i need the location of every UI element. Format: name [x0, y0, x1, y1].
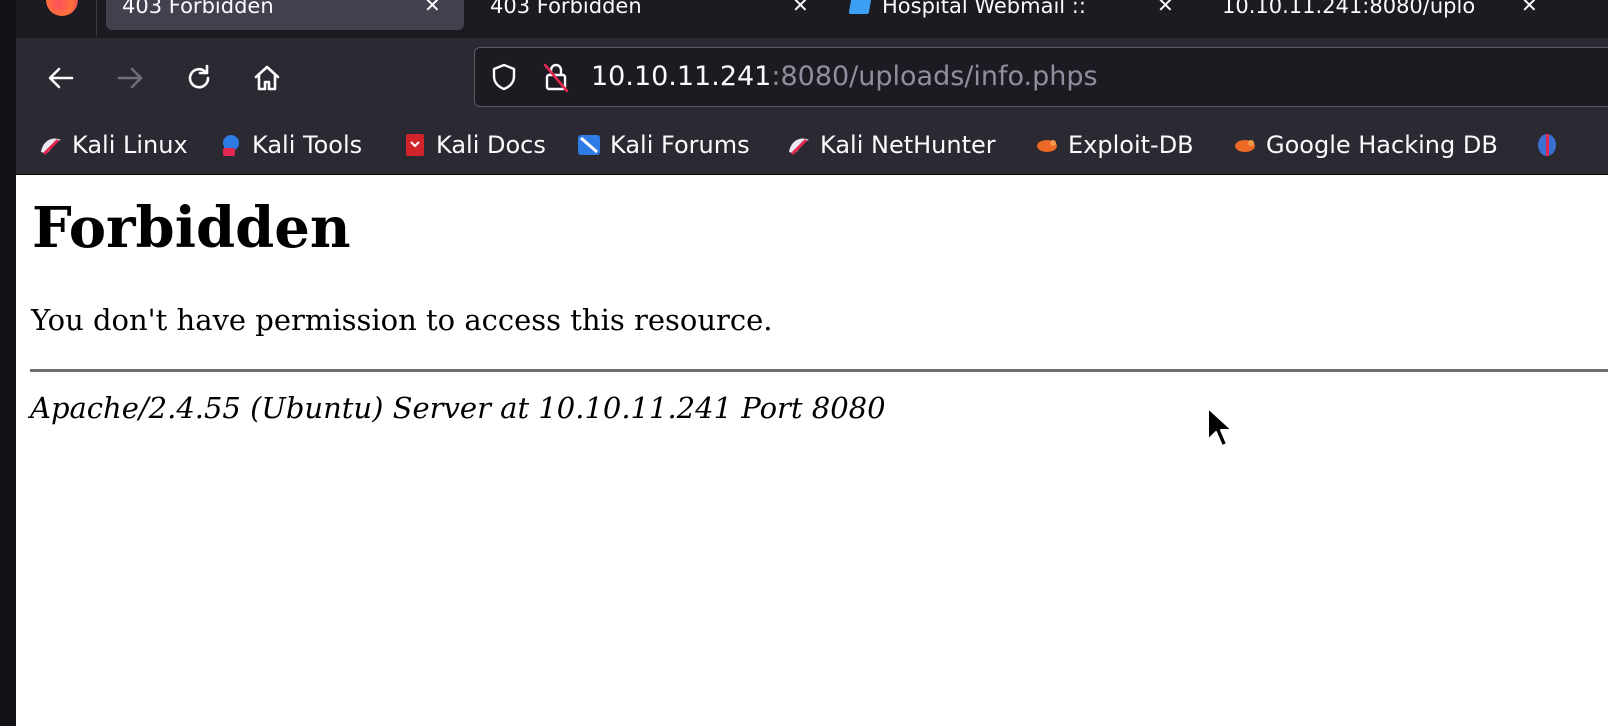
tab-403-forbidden[interactable]: 403 Forbidden ✕	[474, 0, 832, 30]
reload-icon	[188, 64, 210, 89]
exploit-db-icon	[1235, 140, 1255, 152]
back-button[interactable]	[41, 58, 81, 98]
url-path: :8080/uploads/info.phps	[771, 61, 1098, 92]
server-signature: Apache/2.4.55 (Ubuntu) Server at 10.10.1…	[30, 391, 886, 425]
bookmark-kali-docs[interactable]: Kali Docs	[402, 130, 546, 160]
exploit-db-icon	[1037, 140, 1057, 152]
close-icon[interactable]: ✕	[1521, 0, 1538, 17]
bookmark-label: Google Hacking DB	[1266, 131, 1498, 159]
forward-button[interactable]	[110, 58, 150, 98]
url-host: 10.10.11.241	[591, 61, 772, 92]
tab-title: Hospital Webmail ::	[882, 0, 1086, 18]
kali-dragon-icon	[41, 138, 61, 156]
bookmark-label: Kali NetHunter	[820, 131, 996, 159]
home-icon	[254, 65, 280, 91]
bookmark-overflow[interactable]	[1534, 130, 1568, 160]
bookmark-kali-nethunter[interactable]: Kali NetHunter	[786, 130, 996, 160]
tab-separator	[96, 0, 97, 36]
bookmark-label: Kali Tools	[252, 131, 363, 159]
bookmark-kali-forums[interactable]: Kali Forums	[576, 130, 750, 160]
mouse-cursor-icon	[1207, 407, 1233, 447]
bookmark-label: Exploit-DB	[1068, 131, 1194, 159]
navigation-toolbar: 10.10.11.241:8080/uploads/info.phps	[16, 38, 1608, 118]
close-icon[interactable]: ✕	[792, 0, 809, 17]
close-icon[interactable]: ✕	[424, 0, 441, 17]
page-heading: Forbidden	[32, 195, 351, 261]
globe-icon	[1538, 134, 1556, 156]
bookmarks-toolbar: Kali Linux Kali Tools Kali Docs Kali For…	[16, 118, 1608, 175]
bookmark-google-hacking-db[interactable]: Google Hacking DB	[1232, 130, 1498, 160]
page-content: Forbidden You don't have permission to a…	[16, 175, 1608, 726]
kali-forums-icon	[578, 135, 600, 155]
bookmark-label: Kali Forums	[610, 131, 750, 159]
window-edge	[0, 0, 16, 726]
bookmark-kali-tools[interactable]: Kali Tools	[218, 130, 362, 160]
arrow-right-icon	[117, 67, 143, 89]
tab-uploads[interactable]: 10.10.11.241:8080/uplo ✕	[1206, 0, 1606, 30]
kali-tools-icon	[223, 135, 239, 156]
url-text[interactable]: 10.10.11.241:8080/uploads/info.phps	[591, 61, 1098, 92]
reload-button[interactable]	[179, 58, 219, 98]
tab-title: 403 Forbidden	[122, 0, 274, 18]
tab-title: 10.10.11.241:8080/uplo	[1222, 0, 1476, 18]
tab-403-forbidden-active[interactable]: 403 Forbidden ✕	[106, 0, 464, 30]
tab-hospital-webmail[interactable]: Hospital Webmail :: ✕	[842, 0, 1182, 30]
error-message: You don't have permission to access this…	[31, 303, 773, 337]
kali-docs-icon	[406, 134, 424, 156]
tab-bar: 403 Forbidden ✕ 403 Forbidden ✕ Hospital…	[16, 0, 1608, 38]
kali-dragon-icon	[789, 138, 809, 156]
bookmark-label: Kali Docs	[436, 131, 546, 159]
arrow-left-icon	[48, 67, 74, 89]
address-bar[interactable]: 10.10.11.241:8080/uploads/info.phps	[474, 47, 1608, 107]
webmail-favicon-icon	[848, 0, 872, 14]
firefox-icon[interactable]	[46, 0, 78, 16]
insecure-lock-icon[interactable]	[541, 61, 571, 93]
divider	[30, 369, 1608, 372]
home-button[interactable]	[247, 58, 287, 98]
tab-title: 403 Forbidden	[490, 0, 642, 18]
bookmark-exploit-db[interactable]: Exploit-DB	[1034, 130, 1194, 160]
shield-icon[interactable]	[489, 62, 519, 92]
bookmark-kali-linux[interactable]: Kali Linux	[38, 130, 188, 160]
close-icon[interactable]: ✕	[1157, 0, 1174, 17]
bookmark-label: Kali Linux	[72, 131, 188, 159]
